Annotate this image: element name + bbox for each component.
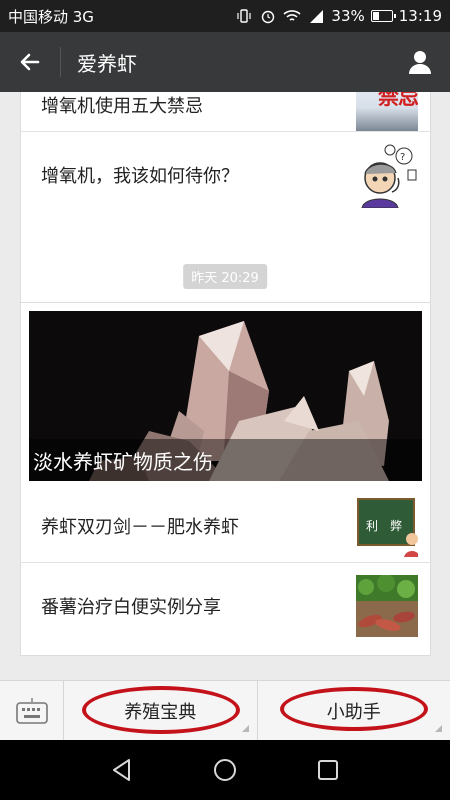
sweet-potato-thumbnail [356, 574, 418, 637]
menu-button-breeding-guide[interactable]: 养殖宝典 [64, 681, 258, 740]
back-triangle-icon [112, 759, 130, 781]
vibrate-icon [235, 7, 253, 25]
list-item[interactable]: 养虾双刃剑－－肥水养虾 利 弊 [21, 490, 430, 562]
wifi-icon [283, 7, 301, 25]
thumb-label-bi: 弊 [390, 519, 403, 533]
hero-caption: 淡水养虾矿物质之伤 [29, 439, 422, 481]
home-circle-icon [213, 759, 236, 781]
page-title: 爱养虾 [77, 51, 137, 76]
battery-percent: 33% [331, 7, 365, 25]
highlight-circle [279, 687, 428, 731]
title-bar: 爱养虾 [0, 32, 450, 92]
article-title: 增氧机，我该如何待你？ [41, 165, 239, 187]
chalkboard-thumbnail: 利 弊 [356, 495, 418, 557]
keyboard-toggle-button[interactable] [0, 681, 64, 741]
list-item[interactable]: 番薯治疗白便实例分享 [21, 562, 430, 648]
nav-back-button[interactable] [102, 750, 142, 790]
svg-text:?: ? [400, 152, 405, 163]
timestamp-badge: 昨天 20:29 [183, 264, 267, 289]
system-nav-bar [0, 740, 450, 800]
signal-3g-icon [307, 7, 325, 25]
nav-recents-button[interactable] [308, 750, 348, 790]
article-card: 淡水养虾矿物质之伤 养虾双刃剑－－肥水养虾 利 弊 番薯治疗白便实例分享 [20, 302, 431, 656]
carrier-label: 中国移动 3G [8, 7, 94, 26]
article-title: 番薯治疗白便实例分享 [41, 596, 221, 618]
thumb-label-li: 利 [366, 519, 379, 533]
nav-home-button[interactable] [205, 750, 245, 790]
battery-icon [370, 10, 396, 22]
list-item[interactable]: 增氧机使用五大禁忌 禁忌 [21, 92, 430, 131]
bottom-menu: 养殖宝典 小助手 [0, 680, 450, 741]
person-icon [409, 51, 431, 74]
article-title: 增氧机使用五大禁忌 [41, 96, 203, 117]
thumb-text: 禁忌 [378, 92, 418, 109]
status-icons: 33% 13:19 [235, 7, 442, 25]
submenu-indicator-icon [241, 725, 249, 732]
article-title: 养虾双刃剑－－肥水养虾 [41, 517, 239, 538]
recents-square-icon [318, 760, 339, 780]
status-bar: 中国移动 3G 33% 13:19 [0, 0, 450, 32]
keyboard-icon [15, 698, 48, 724]
clock: 13:19 [398, 7, 442, 25]
hero-article[interactable]: 淡水养虾矿物质之伤 [29, 311, 422, 481]
list-item[interactable]: 增氧机，我该如何待你？ ? [21, 131, 430, 217]
cartoon-thumbnail: ? [352, 141, 418, 208]
highlight-circle [82, 686, 240, 734]
back-arrow-icon [20, 53, 40, 71]
profile-button[interactable] [390, 32, 450, 92]
article-thumbnail: 禁忌 [356, 92, 418, 131]
back-button[interactable] [0, 32, 60, 92]
alarm-icon [259, 7, 277, 25]
message-list[interactable]: 增氧机使用五大禁忌 禁忌 增氧机，我该如何待你？ ? 昨天 20:29 淡水养虾… [0, 92, 450, 680]
menu-button-assistant[interactable]: 小助手 [258, 681, 450, 740]
submenu-indicator-icon [435, 725, 442, 732]
